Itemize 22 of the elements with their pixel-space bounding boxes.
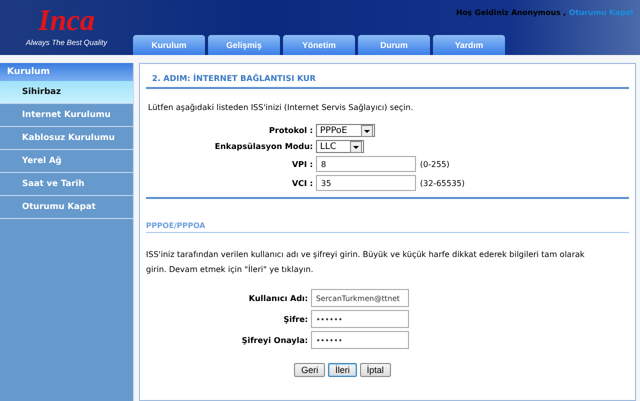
dropdown[interactable]: PPPoE [316,124,376,137]
form-button[interactable]: İptal [360,363,391,377]
range-hint: (32-65535) [420,178,465,188]
field-label: VCI : [290,178,314,188]
field-label: VPI : [290,160,314,168]
step-title: 2. ADIM: İNTERNET BAĞLANTISI KUR [151,72,317,85]
input-field[interactable]: 8 [316,156,416,172]
form-button[interactable]: Geri [294,363,326,377]
field-label: Şifreyi Onayla: [240,336,309,344]
intro-text: Lütfen aşağıdaki listeden ISS'inizi (Internet Servis Sağlayıcı) seçin. [148,103,414,112]
range-hint: (0-255) [420,160,450,168]
logo: Inca [38,4,95,38]
sidebar-item[interactable]: Sihirbaz [0,81,133,104]
dropdown[interactable]: LLC [316,140,364,153]
field-label: Protokol : [268,126,314,135]
field-label: Şifre: [282,314,309,324]
field-label: Enkapsülasyon Modu: [214,142,314,151]
form-button[interactable]: İleri [328,363,357,377]
instruction-text: ISS'iniz tarafından verilen kullanıcı adı ve şifreyi girin. Büyük ve küçük harfe dikkat ederek bilgileri tam olarak girin. Devam etmek için "İleri" ye tıklayın. [146,249,586,276]
input-field[interactable]: 35 [316,175,416,191]
sidebar-title: Kurulum [0,63,133,81]
field-label: Kullanıcı Adı: [248,294,309,302]
